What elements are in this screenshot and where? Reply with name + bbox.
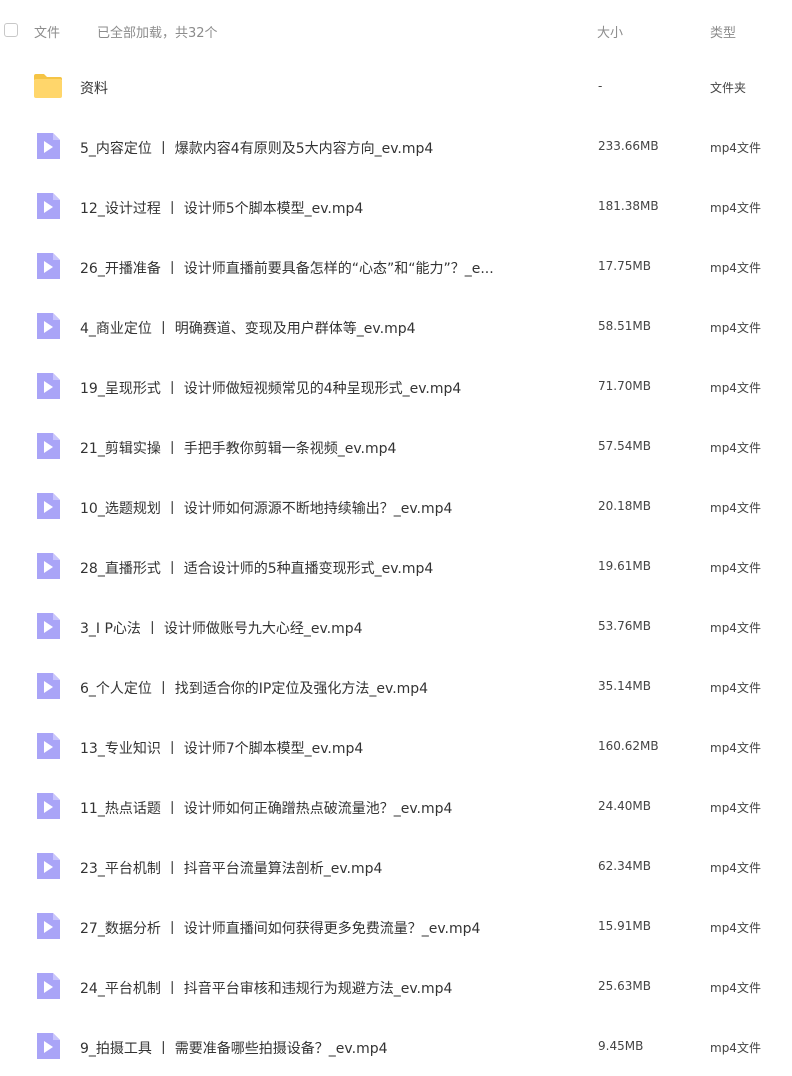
file-row[interactable]: 21_剪辑实操 丨 手把手教你剪辑一条视频_ev.mp4 57.54MB mp4文件 <box>0 416 792 476</box>
file-type: mp4文件 <box>710 681 761 695</box>
file-name[interactable]: 9_拍摄工具 丨 需要准备哪些拍摄设备？_ev.mp4 <box>80 1038 388 1058</box>
file-name[interactable]: 24_平台机制 丨 抖音平台审核和违规行为规避方法_ev.mp4 <box>80 978 452 998</box>
file-type: mp4文件 <box>710 381 761 395</box>
file-type: mp4文件 <box>710 561 761 575</box>
file-list-header: 文件 已全部加载，共32个 大小 类型 <box>0 0 792 60</box>
video-file-icon <box>33 1031 63 1061</box>
file-type: mp4文件 <box>710 801 761 815</box>
file-type: mp4文件 <box>710 141 761 155</box>
column-header-name[interactable]: 文件 <box>34 22 60 41</box>
file-type: mp4文件 <box>710 501 761 515</box>
file-row[interactable]: 资料 - 文件夹 <box>0 56 792 116</box>
video-file-icon <box>33 971 63 1001</box>
column-header-type[interactable]: 类型 <box>710 22 736 41</box>
video-file-icon <box>33 611 63 641</box>
file-name[interactable]: 13_专业知识 丨 设计师7个脚本模型_ev.mp4 <box>80 738 363 758</box>
video-file-icon <box>33 371 63 401</box>
file-size: 19.61MB <box>598 559 651 573</box>
file-row[interactable]: 26_开播准备 丨 设计师直播前要具备怎样的“心态”和“能力”？_e... 17.… <box>0 236 792 296</box>
video-file-icon <box>33 431 63 461</box>
video-file-icon <box>33 551 63 581</box>
file-size: 181.38MB <box>598 199 659 213</box>
file-type: mp4文件 <box>710 861 761 875</box>
file-type: mp4文件 <box>710 441 761 455</box>
file-size: 233.66MB <box>598 139 659 153</box>
file-type: mp4文件 <box>710 321 761 335</box>
file-row[interactable]: 5_内容定位 丨 爆款内容4有原则及5大内容方向_ev.mp4 233.66MB m… <box>0 116 792 176</box>
video-file-icon <box>33 671 63 701</box>
file-size: - <box>598 79 603 93</box>
file-size: 25.63MB <box>598 979 651 993</box>
video-file-icon <box>33 791 63 821</box>
folder-icon <box>33 71 63 101</box>
file-size: 35.14MB <box>598 679 651 693</box>
file-name[interactable]: 3_I P心法 丨 设计师做账号九大心经_ev.mp4 <box>80 618 363 638</box>
file-name[interactable]: 23_平台机制 丨 抖音平台流量算法剖析_ev.mp4 <box>80 858 382 878</box>
file-row[interactable]: 23_平台机制 丨 抖音平台流量算法剖析_ev.mp4 62.34MB mp4文件 <box>0 836 792 896</box>
video-file-icon <box>33 911 63 941</box>
file-size: 15.91MB <box>598 919 651 933</box>
video-file-icon <box>33 851 63 881</box>
file-size: 71.70MB <box>598 379 651 393</box>
file-size: 17.75MB <box>598 259 651 273</box>
file-size: 57.54MB <box>598 439 651 453</box>
file-list: 资料 - 文件夹 5_内容定位 丨 爆款内容4有原则及5大内容方向_ev.mp4 233… <box>0 56 792 1076</box>
file-row[interactable]: 27_数据分析 丨 设计师直播间如何获得更多免费流量？_ev.mp4 15.91M… <box>0 896 792 956</box>
file-name[interactable]: 5_内容定位 丨 爆款内容4有原则及5大内容方向_ev.mp4 <box>80 138 433 158</box>
file-row[interactable]: 4_商业定位 丨 明确赛道、变现及用户群体等_ev.mp4 58.51MB mp4文… <box>0 296 792 356</box>
file-row[interactable]: 3_I P心法 丨 设计师做账号九大心经_ev.mp4 53.76MB mp4文件 <box>0 596 792 656</box>
file-row[interactable]: 9_拍摄工具 丨 需要准备哪些拍摄设备？_ev.mp4 9.45MB mp4文件 <box>0 1016 792 1076</box>
video-file-icon <box>33 131 63 161</box>
file-name[interactable]: 26_开播准备 丨 设计师直播前要具备怎样的“心态”和“能力”？_e... <box>80 258 494 278</box>
file-name[interactable]: 10_选题规划 丨 设计师如何源源不断地持续输出？_ev.mp4 <box>80 498 452 518</box>
file-row[interactable]: 10_选题规划 丨 设计师如何源源不断地持续输出？_ev.mp4 20.18MB m… <box>0 476 792 536</box>
file-row[interactable]: 28_直播形式 丨 适合设计师的5种直播变现形式_ev.mp4 19.61MB mp… <box>0 536 792 596</box>
file-name[interactable]: 28_直播形式 丨 适合设计师的5种直播变现形式_ev.mp4 <box>80 558 433 578</box>
file-row[interactable]: 11_热点话题 丨 设计师如何正确蹭热点破流量池？_ev.mp4 24.40MB m… <box>0 776 792 836</box>
video-file-icon <box>33 191 63 221</box>
file-size: 58.51MB <box>598 319 651 333</box>
file-type: mp4文件 <box>710 201 761 215</box>
file-row[interactable]: 12_设计过程 丨 设计师5个脚本模型_ev.mp4 181.38MB mp4文件 <box>0 176 792 236</box>
video-file-icon <box>33 251 63 281</box>
file-type: mp4文件 <box>710 921 761 935</box>
file-type: mp4文件 <box>710 261 761 275</box>
file-row[interactable]: 13_专业知识 丨 设计师7个脚本模型_ev.mp4 160.62MB mp4文件 <box>0 716 792 776</box>
column-header-size[interactable]: 大小 <box>597 22 623 41</box>
video-file-icon <box>33 731 63 761</box>
file-size: 53.76MB <box>598 619 651 633</box>
file-name[interactable]: 4_商业定位 丨 明确赛道、变现及用户群体等_ev.mp4 <box>80 318 416 338</box>
load-status: 已全部加载，共32个 <box>97 26 218 41</box>
file-size: 62.34MB <box>598 859 651 873</box>
file-row[interactable]: 19_呈现形式 丨 设计师做短视频常见的4种呈现形式_ev.mp4 71.70MB… <box>0 356 792 416</box>
file-name[interactable]: 资料 <box>80 78 108 98</box>
file-type: mp4文件 <box>710 621 761 635</box>
file-size: 24.40MB <box>598 799 651 813</box>
file-name[interactable]: 27_数据分析 丨 设计师直播间如何获得更多免费流量？_ev.mp4 <box>80 918 480 938</box>
file-row[interactable]: 24_平台机制 丨 抖音平台审核和违规行为规避方法_ev.mp4 25.63MB m… <box>0 956 792 1016</box>
video-file-icon <box>33 491 63 521</box>
file-size: 160.62MB <box>598 739 659 753</box>
file-name[interactable]: 12_设计过程 丨 设计师5个脚本模型_ev.mp4 <box>80 198 363 218</box>
file-size: 9.45MB <box>598 1039 644 1053</box>
file-type: mp4文件 <box>710 741 761 755</box>
file-name[interactable]: 11_热点话题 丨 设计师如何正确蹭热点破流量池？_ev.mp4 <box>80 798 452 818</box>
file-name[interactable]: 19_呈现形式 丨 设计师做短视频常见的4种呈现形式_ev.mp4 <box>80 378 461 398</box>
file-type: 文件夹 <box>710 81 747 95</box>
file-type: mp4文件 <box>710 1041 761 1055</box>
file-name[interactable]: 6_个人定位 丨 找到适合你的IP定位及强化方法_ev.mp4 <box>80 678 428 698</box>
file-size: 20.18MB <box>598 499 651 513</box>
file-row[interactable]: 6_个人定位 丨 找到适合你的IP定位及强化方法_ev.mp4 35.14MB mp… <box>0 656 792 716</box>
file-name[interactable]: 21_剪辑实操 丨 手把手教你剪辑一条视频_ev.mp4 <box>80 438 396 458</box>
select-all-checkbox[interactable] <box>4 23 18 37</box>
file-type: mp4文件 <box>710 981 761 995</box>
video-file-icon <box>33 311 63 341</box>
